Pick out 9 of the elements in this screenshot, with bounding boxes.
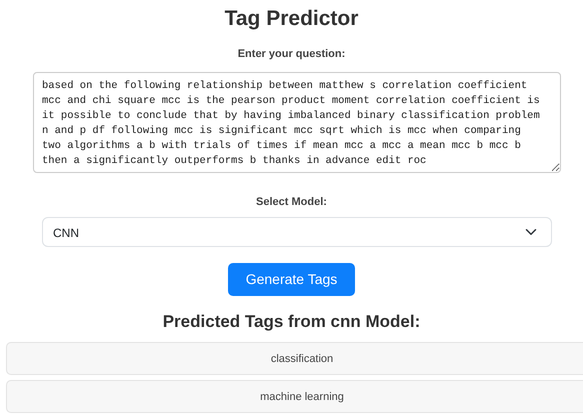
question-label: Enter your question: [238, 47, 346, 62]
model-select[interactable]: CNN [42, 217, 552, 248]
page-title: Tag Predictor [224, 6, 360, 32]
question-field[interactable]: based on the following relationship between matthew s correlation coefficient mcc and chi square mcc is the pearson product moment correlation coefficient is it possible to conclude that by having imbalanced binary classification problem n and p df following mcc is significant mcc sqrt which is mcc when comparing two algorithms a b with trials of times if mean mcc a mcc a mean mcc b mcc b then a significantly outperforms b thanks in advance edit roc [33, 72, 561, 174]
model-label: Select Model: [256, 195, 327, 210]
tag-item: machine learning [6, 380, 583, 413]
results-heading: Predicted Tags from cnn Model: [162, 312, 422, 333]
generate-tags-button[interactable]: Generate Tags [228, 263, 356, 296]
tag-item: classification [6, 342, 583, 375]
